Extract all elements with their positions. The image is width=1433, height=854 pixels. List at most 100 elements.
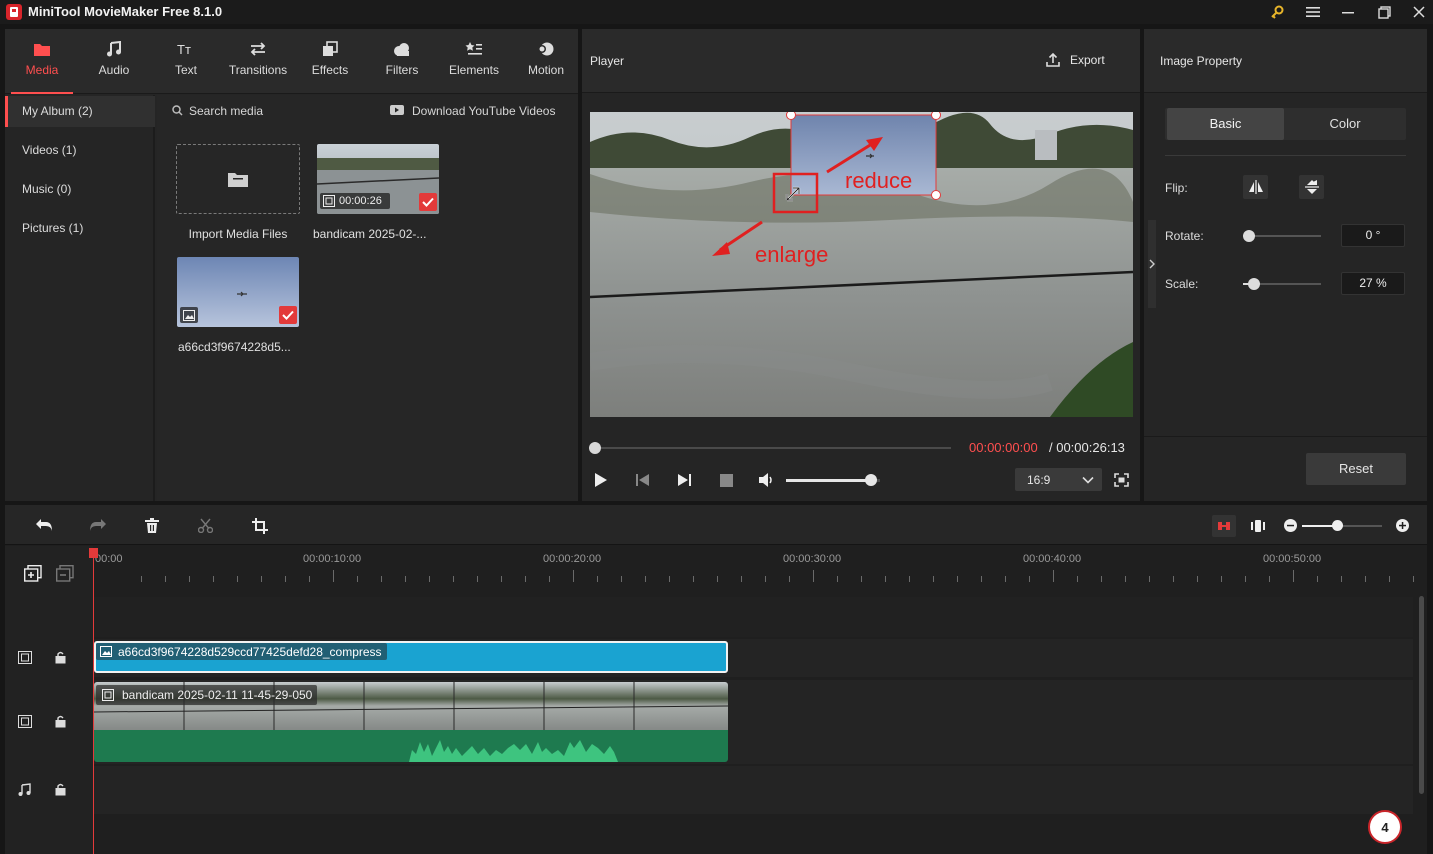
search-media-input[interactable]: Search media [189, 104, 263, 118]
ruler-tick [1173, 576, 1174, 582]
flip-horizontal-button[interactable] [1243, 175, 1268, 199]
collapse-panel-toggle[interactable] [1148, 220, 1156, 308]
ruler-tick [1197, 576, 1198, 582]
play-button[interactable] [594, 472, 608, 488]
close-icon[interactable] [1406, 2, 1432, 22]
rotate-slider-handle[interactable] [1243, 230, 1255, 242]
scale-value-input[interactable]: 27 % [1341, 272, 1405, 295]
audio-track-lock-icon[interactable] [55, 783, 66, 796]
image-clip-name: a66cd3f9674228d529ccd77425defd28_compres… [118, 644, 382, 659]
ruler-tick [1029, 576, 1030, 582]
ruler-tick [741, 576, 742, 582]
crop-button[interactable] [252, 518, 268, 534]
ruler-tick [1269, 576, 1270, 582]
maximize-icon[interactable] [1371, 2, 1397, 22]
video-track-lock-icon[interactable] [55, 715, 66, 728]
playback-progress-track[interactable] [592, 447, 951, 449]
ruler-tick [1317, 576, 1318, 582]
ruler-tick [837, 576, 838, 582]
timeline-ruler[interactable] [93, 546, 1413, 596]
aspect-ratio-select[interactable]: 16:9 [1015, 468, 1102, 491]
volume-button[interactable] [758, 472, 776, 488]
fit-timeline-button[interactable] [1250, 518, 1266, 534]
main-toolbar: Media Audio Tт Text Transitions Effects … [5, 29, 578, 94]
tab-basic[interactable]: Basic [1167, 108, 1284, 140]
rotate-label: Rotate: [1165, 229, 1204, 243]
cloud-icon [394, 43, 409, 56]
reset-button[interactable]: Reset [1306, 453, 1406, 485]
ruler-tick [189, 576, 190, 582]
sidebar-item-videos[interactable]: Videos (1) [5, 135, 155, 166]
image-track-lock-icon[interactable] [55, 651, 66, 664]
remove-track-icon [56, 565, 74, 582]
playhead-handle[interactable] [89, 548, 98, 558]
video-clip-name: bandicam 2025-02-11 11-45-29-050 [122, 688, 313, 702]
import-media-button[interactable] [176, 144, 300, 214]
tool-elements[interactable]: Elements [439, 29, 509, 94]
volume-slider-handle[interactable] [864, 474, 877, 486]
timeline-zoom-handle[interactable] [1332, 520, 1343, 531]
import-media-label: Import Media Files [188, 227, 288, 241]
ruler-tick [909, 576, 910, 582]
picture-icon [180, 307, 198, 323]
ruler-tick [525, 576, 526, 582]
previous-frame-button[interactable] [636, 473, 650, 487]
ruler-tick [1125, 576, 1126, 582]
video-added-check-icon [419, 193, 437, 211]
tool-media[interactable]: Media [7, 29, 77, 94]
playback-progress-handle[interactable] [589, 442, 601, 454]
timeline-vertical-scrollbar[interactable] [1419, 596, 1424, 794]
folder-icon [228, 173, 248, 187]
ruler-label: 00:00:50:00 [1263, 553, 1322, 565]
zoom-in-button[interactable] [1396, 519, 1409, 532]
folder-icon [34, 44, 50, 56]
ruler-label: 00:00:20:00 [543, 553, 602, 565]
tool-motion[interactable]: Motion [511, 29, 581, 94]
delete-button[interactable] [145, 518, 159, 533]
minimize-icon[interactable] [1335, 2, 1361, 22]
export-icon [1046, 52, 1060, 67]
export-button[interactable]: Export [1045, 52, 1105, 68]
undo-button[interactable] [35, 518, 53, 532]
tab-color[interactable]: Color [1286, 108, 1404, 140]
image-property-panel [1144, 29, 1427, 501]
ruler-tick [765, 576, 766, 582]
redo-button[interactable] [89, 518, 107, 532]
tool-text[interactable]: Tт Text [151, 29, 221, 94]
text-icon: Tт [177, 42, 191, 57]
ruler-tick [357, 576, 358, 582]
playhead[interactable] [93, 549, 94, 854]
ruler-tick [237, 576, 238, 582]
tool-filters[interactable]: Filters [367, 29, 437, 94]
tool-transitions[interactable]: Transitions [223, 29, 293, 94]
next-frame-button[interactable] [677, 473, 691, 487]
image-track-film-icon [18, 651, 32, 664]
zoom-out-button[interactable] [1284, 519, 1297, 532]
flip-vertical-button[interactable] [1299, 175, 1324, 199]
sidebar-item-my-album[interactable]: My Album (2) [5, 96, 155, 127]
ruler-tick [981, 576, 982, 582]
menu-icon[interactable] [1300, 2, 1326, 22]
add-track-button[interactable] [24, 565, 42, 582]
tool-text-label: Text [174, 63, 197, 77]
fullscreen-icon [1114, 473, 1129, 487]
tool-audio[interactable]: Audio [79, 29, 149, 94]
key-icon[interactable] [1264, 2, 1290, 22]
fullscreen-button[interactable] [1114, 473, 1129, 487]
stop-button[interactable] [720, 474, 733, 487]
sidebar-item-pictures[interactable]: Pictures (1) [5, 213, 155, 244]
ruler-tick [861, 576, 862, 582]
rotate-value-input[interactable]: 0 ° [1341, 224, 1405, 247]
snap-toggle[interactable] [1212, 515, 1236, 537]
split-button[interactable] [198, 518, 213, 533]
remove-track-button[interactable] [56, 565, 74, 582]
video-preview[interactable] [590, 112, 1133, 417]
notification-badge[interactable]: 4 [1368, 810, 1402, 844]
download-youtube-button[interactable]: Download YouTube Videos [412, 104, 555, 118]
ruler-tick [141, 576, 142, 582]
scale-slider-handle[interactable] [1248, 278, 1260, 290]
sidebar-item-music[interactable]: Music (0) [5, 174, 155, 205]
tool-effects[interactable]: Effects [295, 29, 365, 94]
ruler-tick [309, 576, 310, 582]
app-title: MiniTool MovieMaker Free 8.1.0 [28, 4, 223, 19]
